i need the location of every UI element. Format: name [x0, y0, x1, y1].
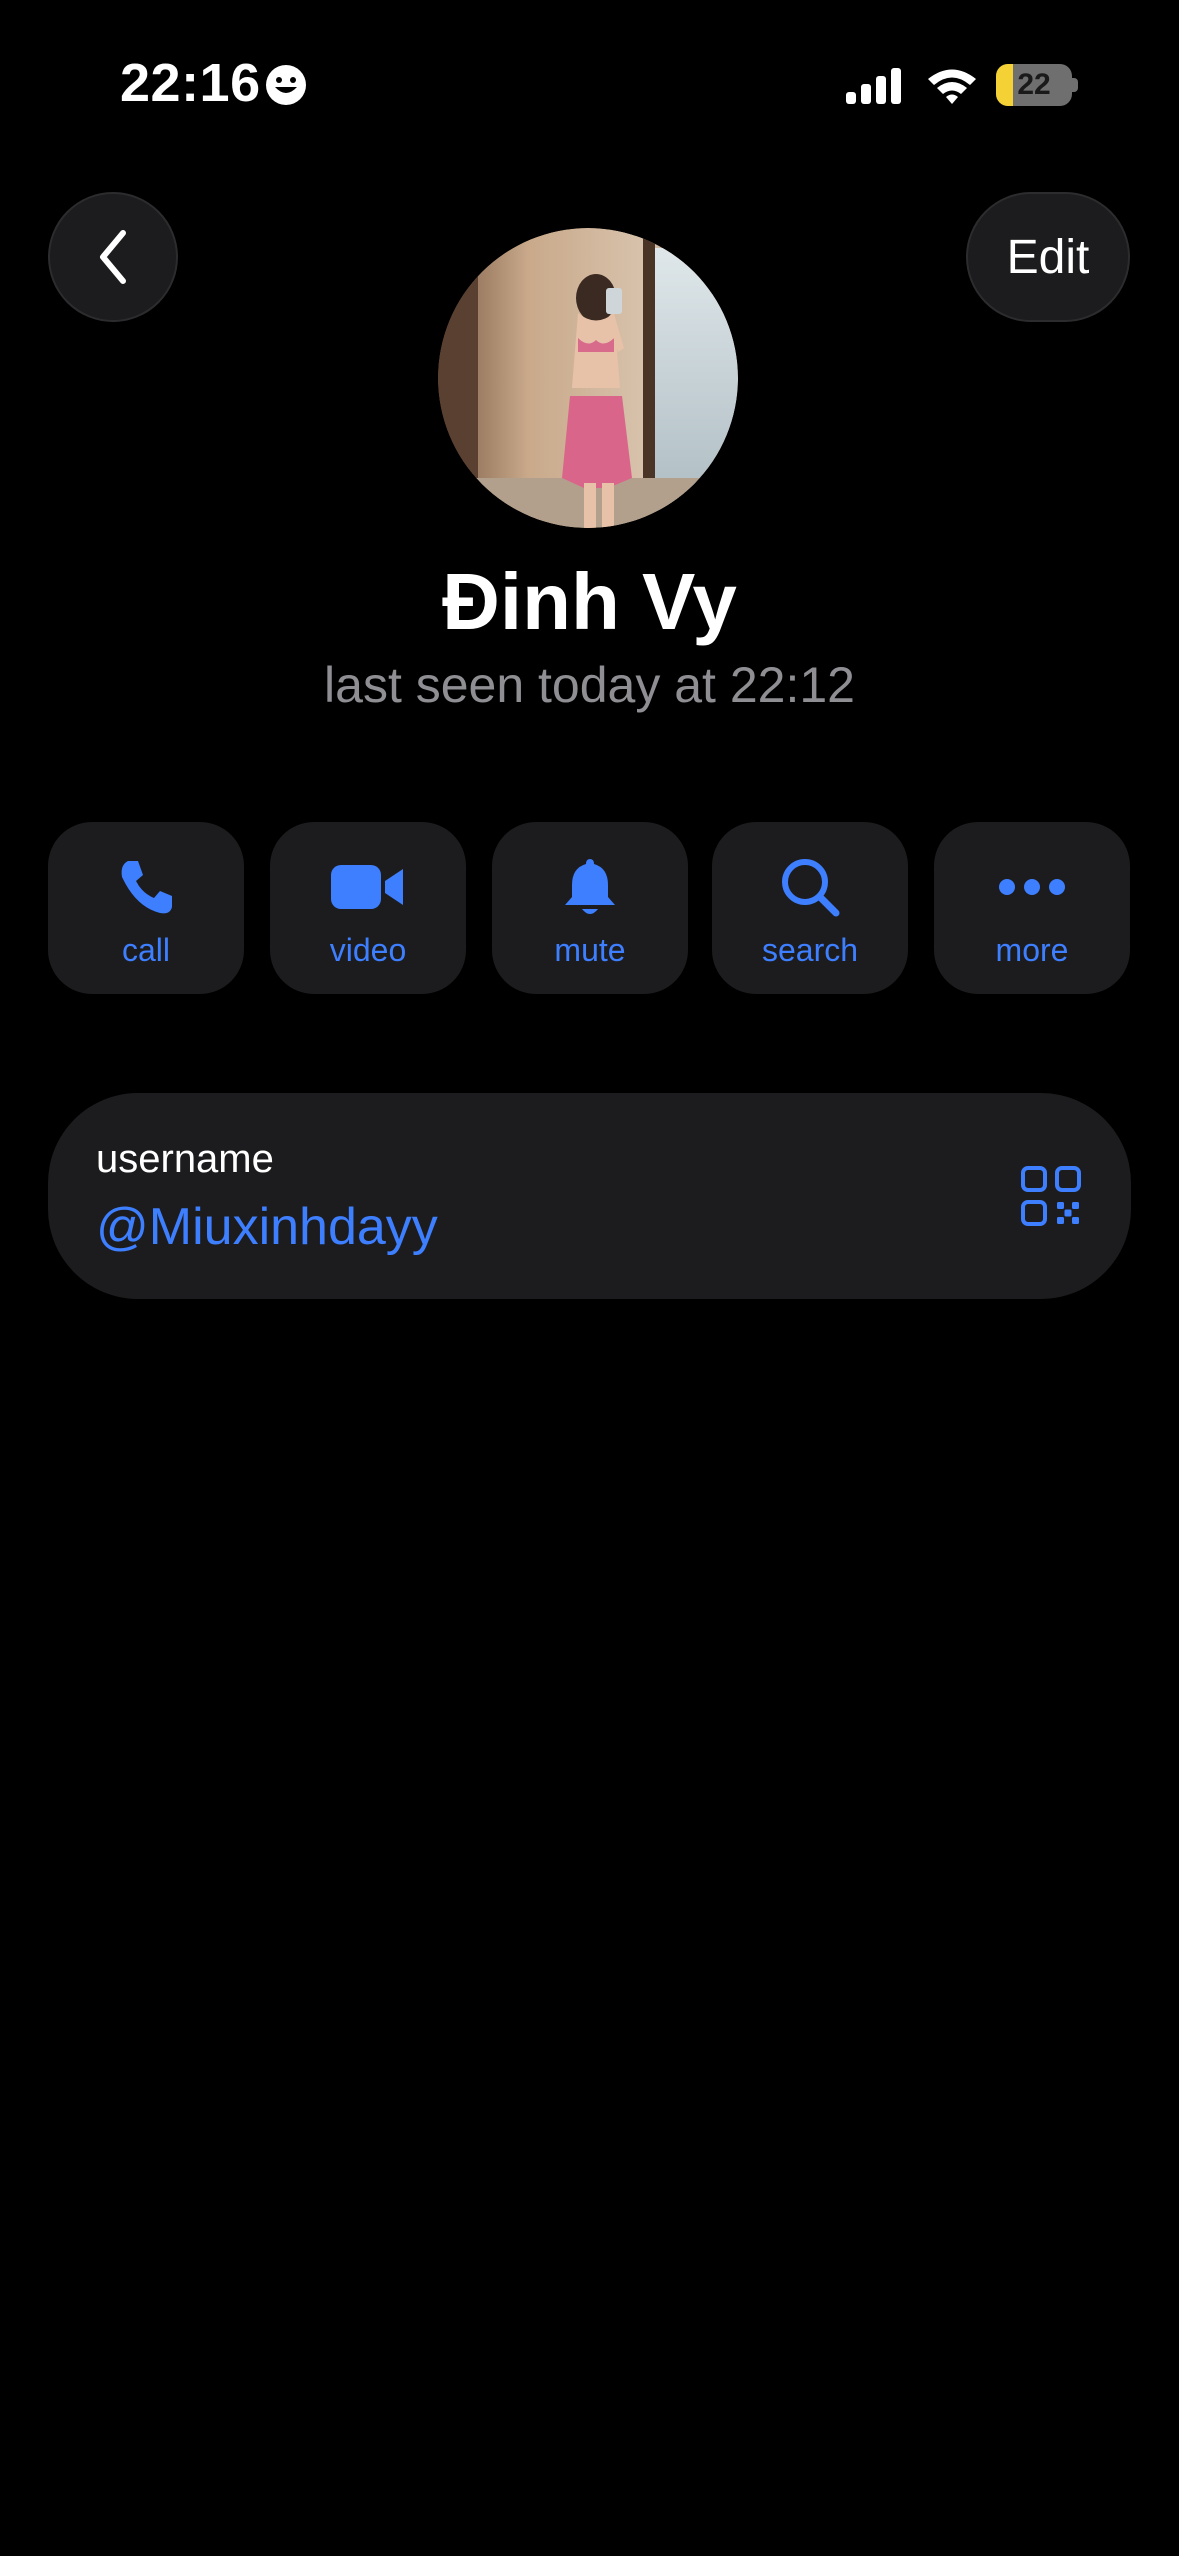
cellular-signal-icon [846, 68, 901, 104]
call-label: call [121, 932, 170, 968]
search-button[interactable]: search [712, 822, 908, 994]
bell-icon [565, 859, 615, 914]
avatar[interactable] [438, 228, 738, 528]
chevron-left-icon [100, 230, 126, 284]
smiley-icon [266, 65, 306, 105]
more-button[interactable]: more [934, 822, 1130, 994]
video-button[interactable]: video [270, 822, 466, 994]
username-label: username [96, 1137, 274, 1181]
last-seen-status: last seen today at 22:12 [324, 657, 855, 713]
phone-icon [121, 861, 172, 914]
username-value[interactable]: @Miuxinhdayy [96, 1197, 438, 1257]
search-label: search [761, 932, 859, 968]
ellipsis-icon [999, 879, 1065, 895]
mute-label: mute [554, 932, 626, 968]
back-button[interactable] [48, 192, 178, 322]
qr-code-icon[interactable] [1020, 1165, 1082, 1227]
call-button[interactable]: call [48, 822, 244, 994]
username-card[interactable]: username @Miuxinhdayy [48, 1093, 1131, 1299]
mute-button[interactable]: mute [492, 822, 688, 994]
status-time: 22:16 [120, 53, 261, 113]
more-label: more [995, 932, 1069, 968]
edit-button[interactable]: Edit [966, 192, 1130, 322]
video-camera-icon [331, 865, 403, 909]
video-label: video [329, 932, 407, 968]
battery-level: 22 [1017, 68, 1051, 101]
battery-charging-icon: 22 [996, 64, 1078, 106]
wifi-icon [928, 69, 976, 104]
profile-name: Đinh Vy [442, 557, 737, 646]
action-buttons: call video mute search more [48, 822, 1131, 994]
search-icon [782, 859, 840, 917]
